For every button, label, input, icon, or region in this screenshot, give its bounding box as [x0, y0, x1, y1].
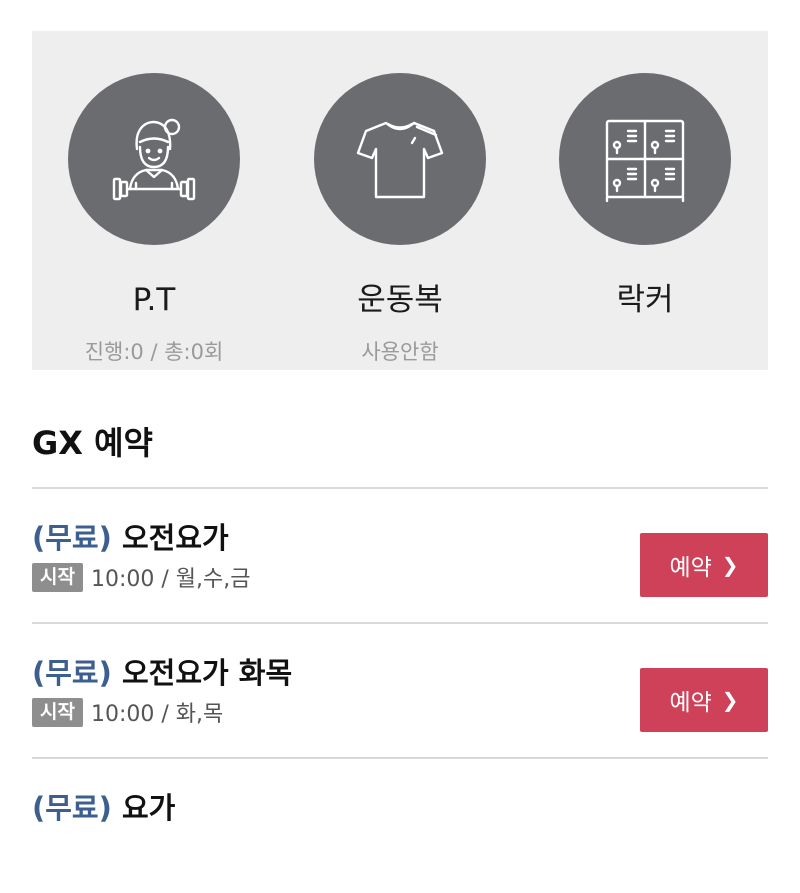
class-title: 요가 — [121, 791, 176, 825]
gx-list-item[interactable]: (무료) 오전요가 화목 시작 10:00 / 화,목 예약 ❯ — [32, 624, 768, 758]
chevron-right-icon: ❯ — [721, 553, 739, 577]
service-locker[interactable]: 락커 — [545, 73, 745, 342]
class-schedule: 10:00 / 화,목 — [90, 702, 224, 727]
reserve-button-label: 예약 — [669, 690, 712, 716]
sportswear-circle[interactable] — [314, 73, 486, 245]
reserve-button[interactable]: 예약 ❯ — [640, 533, 768, 597]
start-badge: 시작 — [32, 562, 83, 592]
gx-section-title: GX 예약 — [32, 424, 153, 462]
class-title: 오전요가 화목 — [121, 656, 293, 690]
class-title: 오전요가 — [121, 521, 229, 555]
class-name: (무료) 오전요가 — [32, 515, 229, 557]
class-meta: 시작 10:00 / 화,목 — [32, 696, 223, 728]
class-name: (무료) 오전요가 화목 — [32, 650, 292, 692]
service-title: 락커 — [616, 282, 674, 318]
services-panel: P.T 진행:0 / 총:0회 운동복 사용안함 락커 — [32, 31, 768, 370]
trainer-icon — [112, 118, 196, 201]
reserve-button-label: 예약 — [669, 555, 712, 581]
locker-circle[interactable] — [559, 73, 731, 245]
chevron-right-icon: ❯ — [721, 688, 739, 712]
reserve-button[interactable]: 예약 ❯ — [640, 668, 768, 732]
service-subtitle: 진행:0 / 총:0회 — [84, 340, 224, 364]
class-schedule: 10:00 / 월,수,금 — [90, 567, 251, 592]
gx-list-item[interactable]: (무료) 요가 — [32, 759, 768, 893]
locker-icon — [605, 119, 685, 203]
pt-circle[interactable] — [68, 73, 240, 245]
start-badge: 시작 — [32, 697, 83, 727]
free-label: (무료) — [32, 521, 112, 555]
gx-list-item[interactable]: (무료) 오전요가 시작 10:00 / 월,수,금 예약 ❯ — [32, 489, 768, 623]
free-label: (무료) — [32, 656, 112, 690]
service-sportswear[interactable]: 운동복 사용안함 — [300, 73, 500, 363]
service-title: P.T — [132, 282, 176, 318]
class-meta: 시작 10:00 / 월,수,금 — [32, 561, 250, 593]
class-name: (무료) 요가 — [32, 785, 175, 827]
sportswear-icon — [356, 121, 444, 199]
service-subtitle: 사용안함 — [361, 340, 439, 364]
free-label: (무료) — [32, 791, 112, 825]
service-pt[interactable]: P.T 진행:0 / 총:0회 — [54, 73, 254, 363]
service-title: 운동복 — [357, 282, 443, 318]
